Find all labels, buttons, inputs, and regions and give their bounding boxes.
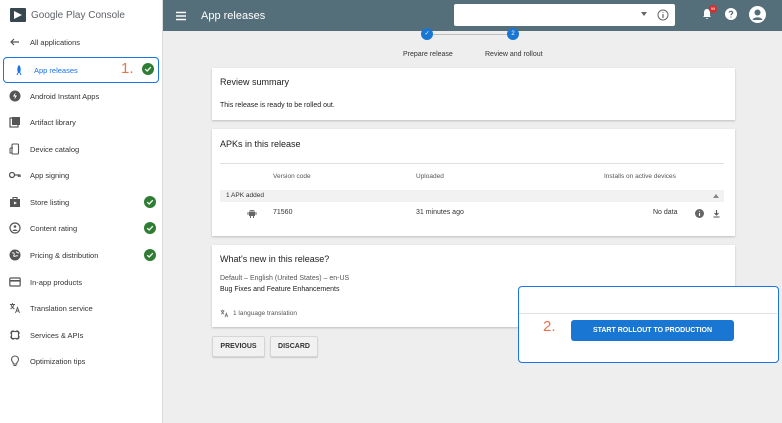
library-icon — [9, 116, 21, 128]
sidebar-item-label: Device catalog — [30, 144, 80, 154]
android-icon — [247, 210, 257, 218]
apks-title: APKs in this release — [220, 139, 301, 149]
card-icon — [9, 276, 21, 288]
column-installs: Installs on active devices — [604, 173, 676, 180]
translation-count[interactable]: 1 language translation — [233, 310, 297, 317]
check-circle-icon — [144, 196, 156, 208]
lightbulb-icon — [9, 355, 21, 367]
sidebar-item-app-releases[interactable]: App releases — [3, 57, 159, 83]
discard-button[interactable]: DISCARD — [270, 336, 318, 357]
sidebar-item-device-catalog[interactable]: Device catalog — [0, 137, 163, 161]
sidebar-item-services-apis[interactable]: Services & APIs — [0, 323, 163, 347]
sidebar-item-label: Content rating — [30, 223, 78, 233]
account-icon — [752, 9, 763, 20]
services-icon — [9, 329, 21, 341]
brand-name: Google Play Console — [31, 9, 125, 21]
sidebar-item-content-rating[interactable]: Content rating — [0, 216, 163, 240]
check-circle-icon — [144, 222, 156, 234]
annotation-step-1: 1. — [121, 60, 134, 77]
stepper-connector — [431, 34, 510, 35]
collapse-icon[interactable] — [713, 194, 719, 198]
sidebar-item-store-listing[interactable]: Store listing — [0, 190, 163, 214]
sidebar-item-label: Optimization tips — [30, 356, 86, 366]
rocket-icon — [13, 64, 25, 76]
start-rollout-button[interactable]: START ROLLOUT TO PRODUCTION — [571, 320, 734, 341]
translate-icon — [9, 302, 21, 314]
play-console-logo-icon — [10, 8, 26, 22]
previous-button[interactable]: PREVIOUS — [212, 336, 265, 357]
arrow-back-icon — [9, 36, 21, 48]
sidebar-item-label: App signing — [30, 170, 70, 180]
release-notes-text: Bug Fixes and Feature Enhancements — [220, 286, 340, 293]
divider — [220, 163, 724, 164]
menu-icon[interactable] — [174, 9, 188, 23]
dropdown-caret-icon[interactable] — [641, 12, 647, 16]
rating-icon — [9, 222, 21, 234]
sidebar-item-label: Artifact library — [30, 117, 76, 127]
sidebar-item-optimization-tips[interactable]: Optimization tips — [0, 349, 163, 373]
annotation-step-2: 2. — [543, 318, 556, 335]
apk-group-label: 1 APK added — [226, 192, 264, 199]
divider — [519, 313, 777, 314]
translate-icon — [220, 309, 229, 318]
notification-count-badge: 99 — [709, 5, 717, 13]
column-uploaded: Uploaded — [416, 173, 444, 180]
column-version-code: Version code — [273, 173, 311, 180]
sidebar-item-in-app-products[interactable]: In-app products — [0, 270, 163, 294]
step-1-label[interactable]: Prepare release — [403, 51, 453, 58]
apk-installs: No data — [653, 209, 678, 216]
sidebar-item-label: Android Instant Apps — [30, 91, 100, 101]
review-summary-card: Review summary This release is ready to … — [212, 68, 735, 120]
sidebar-item-label: Translation service — [30, 303, 93, 313]
sidebar-item-label: App releases — [34, 65, 78, 75]
sidebar-item-label: Store listing — [30, 197, 70, 207]
step-2-label[interactable]: Review and rollout — [485, 51, 543, 58]
review-summary-text: This release is ready to be rolled out. — [220, 102, 335, 109]
back-to-all-applications[interactable]: All applications — [0, 30, 163, 54]
sidebar-item-label: Services & APIs — [30, 330, 84, 340]
sidebar-item-label: In-app products — [30, 277, 83, 287]
top-app-bar: App releases 99 — [163, 0, 782, 31]
review-summary-title: Review summary — [220, 77, 290, 87]
apk-group-header[interactable]: 1 APK added — [220, 190, 724, 202]
key-icon — [9, 169, 21, 181]
whats-new-title: What's new in this release? — [220, 254, 330, 264]
sidebar-item-pricing-distribution[interactable]: Pricing & distribution — [0, 243, 163, 267]
download-icon[interactable] — [712, 209, 721, 218]
check-circle-icon — [142, 63, 154, 75]
brand[interactable]: Google Play Console — [0, 0, 162, 30]
store-icon — [9, 196, 21, 208]
page-title: App releases — [201, 9, 266, 22]
globe-icon — [9, 249, 21, 261]
app-search-input[interactable] — [454, 4, 675, 26]
help-icon[interactable] — [725, 8, 737, 20]
bolt-icon — [9, 90, 21, 102]
info-icon[interactable] — [657, 9, 669, 21]
apk-uploaded: 31 minutes ago — [416, 209, 464, 216]
sidebar-item-artifact-library[interactable]: Artifact library — [0, 110, 163, 134]
release-stepper: ✓ 2 Prepare release Review and rollout — [163, 28, 782, 61]
sidebar: Google Play Console All applications App… — [0, 0, 163, 423]
account-avatar[interactable] — [749, 6, 766, 23]
back-label: All applications — [30, 37, 81, 47]
sidebar-item-android-instant-apps[interactable]: Android Instant Apps — [0, 84, 163, 108]
sidebar-item-label: Pricing & distribution — [30, 250, 99, 260]
release-notes-locale: Default – English (United States) – en-U… — [220, 275, 350, 282]
device-icon — [9, 143, 21, 155]
rollout-highlight-callout: 2. START ROLLOUT TO PRODUCTION — [518, 286, 779, 363]
check-circle-icon — [144, 249, 156, 261]
step-1-complete-marker[interactable]: ✓ — [421, 28, 433, 40]
sidebar-item-app-signing[interactable]: App signing — [0, 163, 163, 187]
apks-card: APKs in this release Version code Upload… — [212, 129, 735, 236]
apk-version-code: 71560 — [273, 209, 293, 216]
sidebar-item-translation-service[interactable]: Translation service — [0, 296, 163, 320]
info-icon[interactable] — [695, 209, 704, 218]
step-2-current-marker[interactable]: 2 — [507, 28, 519, 40]
